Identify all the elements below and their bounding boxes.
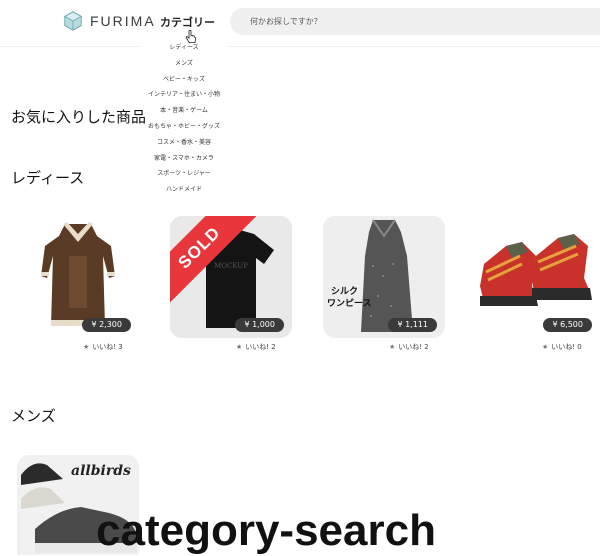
likes-count[interactable]: ★ いいね! 2 [389,342,429,352]
product-image[interactable]: MOCKUP SOLD ¥ 1,000 [170,216,292,338]
caption-line-2: ワンピース [327,297,372,309]
star-icon: ★ [389,343,396,351]
category-item-cosme[interactable]: コスメ・香水・美容 [140,135,228,151]
category-item-ladies[interactable]: レディース [140,40,228,56]
shirt-print-text: MOCKUP [214,262,248,270]
price-tag: ¥ 2,300 [82,318,131,332]
category-item-electronics[interactable]: 家電・スマホ・カメラ [140,151,228,167]
likes-count[interactable]: ★ いいね! 2 [236,342,276,352]
price-tag: ¥ 1,111 [388,318,437,332]
search-input[interactable] [230,8,600,35]
category-menu-link[interactable]: カテゴリー [160,14,215,30]
product-image[interactable]: シルク ワンピース ¥ 1,111 [323,216,445,338]
price-tag: ¥ 1,000 [235,318,284,332]
cube-logo-icon [63,11,83,31]
product-card[interactable]: シルク ワンピース ¥ 1,111 ★ いいね! 2 [323,216,445,351]
category-item-interior[interactable]: インテリア・住まい・小物 [140,87,228,103]
favorites-title: お気に入りした商品 [11,108,147,126]
category-item-sports[interactable]: スポーツ・レジャー [140,166,228,182]
mens-title: メンズ [11,407,56,425]
hand-pointer-icon [185,30,197,43]
star-icon: ★ [83,343,90,351]
product-card[interactable]: ¥ 6,500 ★ いいね! 0 [476,216,600,351]
ladies-title: レディース [11,169,85,187]
product-card[interactable]: MOCKUP SOLD ¥ 1,000 ★ いいね! 2 [170,216,292,351]
overlay-label: category-search [96,506,436,555]
product-card[interactable]: ¥ 2,300 ★ いいね! 3 [17,216,139,351]
category-item-books[interactable]: 本・音楽・ゲーム [140,103,228,119]
star-icon: ★ [542,343,549,351]
category-dropdown: レディース メンズ ベビー・キッズ インテリア・住まい・小物 本・音楽・ゲーム … [140,40,228,205]
caption-line-1: シルク [331,286,358,297]
likes-count[interactable]: ★ いいね! 0 [542,342,582,352]
product-image[interactable]: ¥ 6,500 [476,216,600,338]
product-image[interactable]: ¥ 2,300 [17,216,139,338]
brand-text: allbirds [71,463,131,479]
price-tag: ¥ 6,500 [543,318,592,332]
logo[interactable]: FURIMA [62,10,156,32]
category-item-mens[interactable]: メンズ [140,56,228,72]
logo-text: FURIMA [90,13,156,29]
category-item-handmade[interactable]: ハンドメイド [140,182,228,198]
category-item-toys[interactable]: おもちゃ・ホビー・グッズ [140,119,228,135]
likes-count[interactable]: ★ いいね! 3 [83,342,123,352]
header: FURIMA カテゴリー [0,0,600,47]
category-item-baby[interactable]: ベビー・キッズ [140,72,228,88]
star-icon: ★ [236,343,243,351]
